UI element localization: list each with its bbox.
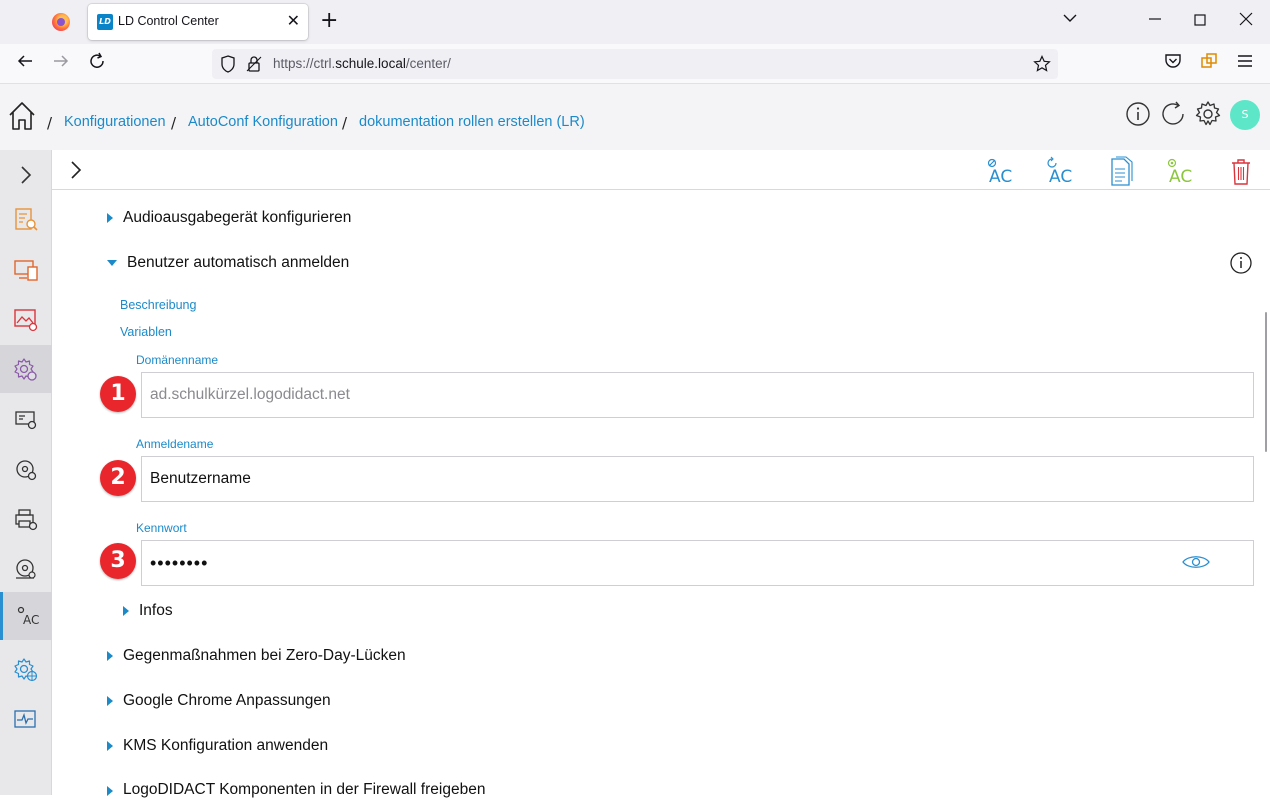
action-toolbar: AC AC AC [52, 150, 1270, 190]
accordion-title[interactable]: KMS Konfiguration anwenden [123, 737, 328, 755]
sidebar-item-autoconf[interactable]: AC [0, 592, 52, 640]
accordion-title[interactable]: LogoDIDACT Komponenten in der Firewall f… [123, 781, 485, 799]
accordion-title[interactable]: Benutzer automatisch anmelden [127, 254, 349, 272]
ac-edit-icon[interactable]: AC [984, 156, 1018, 186]
ac-edit-label: AC [989, 167, 1012, 186]
breadcrumb-item-konfigurationen[interactable]: Konfigurationen [64, 114, 166, 130]
domain-input[interactable] [141, 372, 1254, 418]
close-window-icon[interactable] [1239, 10, 1253, 32]
main-content: Audioausgabegerät konfigurieren Benutzer… [52, 191, 1270, 798]
caret-right-icon [107, 213, 113, 223]
chevron-right-icon [21, 166, 32, 184]
left-sidebar: AC [0, 150, 52, 795]
scrollbar[interactable] [1265, 312, 1267, 452]
printer-settings-icon [15, 509, 38, 531]
url-text: https://ctrl.schule.local/center/ [273, 56, 451, 71]
browser-navbar: https://ctrl.schule.local/center/ [0, 44, 1270, 84]
forward-arrow-icon[interactable] [52, 52, 70, 76]
document-icon[interactable] [1104, 156, 1138, 186]
minimize-icon[interactable] [1148, 10, 1162, 32]
sidebar-item-hardware[interactable] [0, 395, 52, 443]
accordion-title[interactable]: Infos [139, 602, 173, 620]
ac-add-icon[interactable]: AC [1164, 156, 1198, 186]
new-tab-icon[interactable]: + [320, 9, 338, 33]
caret-right-icon [107, 696, 113, 706]
sidebar-item-network[interactable] [0, 645, 52, 693]
caret-right-icon [107, 651, 113, 661]
domain-label: Domänenname [136, 353, 219, 367]
browser-tab[interactable]: LD LD Control Center ✕ [88, 4, 308, 40]
ld-favicon-icon: LD [97, 14, 113, 30]
login-label: Anmeldename [136, 437, 214, 451]
sidebar-item-disks[interactable] [0, 445, 52, 493]
login-input[interactable] [141, 456, 1254, 502]
sidebar-expand-button[interactable] [0, 150, 52, 198]
report-search-icon [15, 208, 38, 231]
beschreibung-link[interactable]: Beschreibung [120, 298, 196, 312]
caret-down-icon [107, 260, 117, 266]
gear-config-icon [14, 358, 37, 381]
tab-title: LD Control Center [118, 14, 219, 28]
app-header: / Konfigurationen / AutoConf Konfigurati… [0, 84, 1270, 150]
variablen-link[interactable]: Variablen [120, 325, 172, 339]
back-arrow-icon[interactable] [16, 52, 34, 76]
software-disk-icon [16, 559, 36, 579]
user-avatar[interactable]: S [1230, 100, 1260, 130]
chevron-right-icon[interactable] [64, 158, 88, 182]
sidebar-item-reports[interactable] [0, 195, 52, 243]
caret-right-icon [107, 741, 113, 751]
sidebar-item-configurations[interactable] [0, 345, 52, 393]
info-icon[interactable] [1230, 252, 1252, 274]
sidebar-item-images[interactable] [0, 295, 52, 343]
firefox-icon[interactable] [52, 13, 70, 31]
devices-icon [14, 260, 38, 281]
monitoring-icon [14, 710, 36, 728]
breadcrumb-item-autoconf[interactable]: AutoConf Konfiguration [188, 114, 338, 130]
sidebar-item-printers[interactable] [0, 495, 52, 543]
breadcrumb-separator: / [171, 114, 177, 132]
refresh-icon[interactable] [1159, 100, 1187, 128]
breadcrumb-separator: / [47, 114, 53, 132]
lock-icon[interactable] [246, 55, 262, 77]
autoconf-icon: AC [17, 606, 39, 627]
accordion-title[interactable]: Gegenmaßnahmen bei Zero-Day-Lücken [123, 647, 406, 665]
badge-3: 3 [100, 543, 136, 579]
network-gear-icon [14, 658, 38, 682]
extension-icon[interactable] [1200, 52, 1218, 76]
bookmark-star-icon[interactable] [1033, 55, 1051, 77]
browser-tabbar: LD LD Control Center ✕ + [0, 0, 1270, 44]
eye-icon[interactable] [1182, 554, 1210, 570]
tab-list-chevron-icon[interactable] [1062, 10, 1078, 32]
accordion-title[interactable]: Audioausgabegerät konfigurieren [123, 209, 351, 227]
ac-refresh-label: AC [1049, 167, 1072, 186]
image-settings-icon [14, 309, 38, 332]
autoconf-icon-label: AC [23, 613, 39, 627]
badge-1: 1 [100, 376, 136, 412]
settings-gear-icon[interactable] [1194, 100, 1222, 128]
breadcrumb-separator: / [342, 114, 348, 132]
disk-settings-icon [16, 460, 37, 481]
menu-hamburger-icon[interactable] [1236, 52, 1254, 76]
ac-refresh-icon[interactable]: AC [1044, 156, 1078, 186]
maximize-icon[interactable] [1194, 10, 1206, 32]
trash-icon[interactable] [1224, 156, 1258, 186]
accordion-title[interactable]: Google Chrome Anpassungen [123, 692, 331, 710]
pocket-icon[interactable] [1164, 52, 1182, 76]
url-bar[interactable]: https://ctrl.schule.local/center/ [212, 49, 1058, 79]
ac-add-label: AC [1169, 167, 1192, 186]
password-label: Kennwort [136, 521, 187, 535]
sidebar-item-software[interactable] [0, 545, 52, 593]
sidebar-item-devices[interactable] [0, 245, 52, 293]
info-icon[interactable] [1124, 100, 1152, 128]
shield-icon[interactable] [220, 55, 236, 77]
badge-2: 2 [100, 460, 136, 496]
close-tab-icon[interactable]: ✕ [287, 12, 300, 30]
home-icon[interactable] [8, 101, 36, 131]
breadcrumb-item-current[interactable]: dokumentation rollen erstellen (LR) [359, 114, 585, 130]
hardware-settings-icon [15, 411, 37, 430]
password-input[interactable] [141, 540, 1254, 586]
sidebar-item-monitoring[interactable] [0, 695, 52, 743]
reload-icon[interactable] [88, 52, 106, 76]
caret-right-icon [123, 606, 129, 616]
